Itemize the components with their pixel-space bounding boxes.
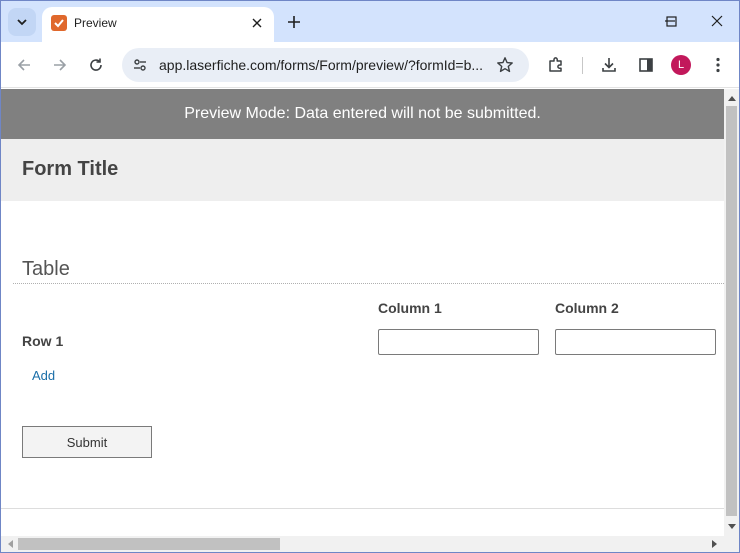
- tab-search-button[interactable]: [8, 8, 36, 36]
- page-viewport: Preview Mode: Data entered will not be s…: [1, 89, 724, 536]
- maximize-icon: [665, 15, 677, 27]
- browser-toolbar: app.laserfiche.com/forms/Form/preview/?f…: [1, 42, 739, 88]
- preview-mode-banner: Preview Mode: Data entered will not be s…: [1, 89, 724, 139]
- bookmark-star-button[interactable]: [495, 55, 515, 75]
- more-vert-icon: [716, 57, 720, 73]
- reload-button[interactable]: [84, 53, 108, 77]
- address-bar[interactable]: app.laserfiche.com/forms/Form/preview/?f…: [122, 48, 529, 82]
- laserfiche-favicon-icon: [51, 15, 67, 31]
- url-text: app.laserfiche.com/forms/Form/preview/?f…: [159, 57, 484, 73]
- side-panel-button[interactable]: [634, 53, 658, 77]
- triangle-up-icon: [727, 95, 736, 101]
- tab-close-button[interactable]: [248, 14, 266, 32]
- close-icon: [252, 18, 262, 28]
- maximize-button[interactable]: [656, 7, 686, 35]
- vertical-scrollbar[interactable]: [724, 89, 739, 536]
- submit-button[interactable]: Submit: [22, 426, 152, 458]
- back-button[interactable]: [12, 53, 36, 77]
- add-row-link[interactable]: Add: [32, 368, 55, 383]
- triangle-left-icon: [7, 539, 13, 548]
- form-bottom-divider: [1, 508, 724, 509]
- chevron-down-icon: [17, 19, 27, 26]
- column-header-1: Column 1: [378, 300, 442, 316]
- row-1-column-1-input[interactable]: [378, 329, 539, 355]
- row-label: Row 1: [22, 333, 64, 349]
- horizontal-scrollbar[interactable]: [1, 536, 739, 552]
- section-divider: [13, 283, 724, 284]
- close-icon: [711, 15, 723, 27]
- scroll-up-arrow[interactable]: [724, 90, 739, 105]
- site-settings-icon[interactable]: [130, 55, 150, 75]
- new-tab-button[interactable]: [283, 11, 305, 33]
- scroll-down-arrow[interactable]: [724, 519, 739, 534]
- tab-strip: Preview: [1, 1, 739, 42]
- reload-icon: [90, 58, 102, 71]
- triangle-right-icon: [711, 539, 717, 548]
- plus-icon: [288, 16, 300, 28]
- extensions-button[interactable]: [544, 53, 568, 77]
- tab-preview[interactable]: Preview: [42, 7, 274, 42]
- form-header: Form Title: [1, 139, 724, 201]
- profile-avatar[interactable]: L: [671, 55, 691, 75]
- column-header-2: Column 2: [555, 300, 619, 316]
- browser-window: Preview app.laserfiche.com/forms/Form/pr…: [0, 0, 740, 553]
- toolbar-separator: [582, 57, 583, 74]
- downloads-button[interactable]: [597, 53, 621, 77]
- arrow-left-icon: [17, 59, 30, 71]
- form-title: Form Title: [22, 158, 119, 180]
- puzzle-icon: [549, 57, 562, 72]
- tab-title: Preview: [74, 16, 117, 30]
- arrow-right-icon: [54, 59, 67, 71]
- scroll-right-arrow[interactable]: [707, 536, 722, 551]
- horizontal-scroll-thumb[interactable]: [18, 538, 280, 550]
- forward-button[interactable]: [48, 53, 72, 77]
- menu-button[interactable]: [706, 53, 730, 77]
- triangle-down-icon: [727, 523, 736, 529]
- close-window-button[interactable]: [702, 7, 732, 35]
- section-title: Table: [22, 258, 70, 280]
- download-icon: [602, 58, 616, 72]
- star-icon: [497, 57, 513, 73]
- scroll-left-arrow[interactable]: [2, 536, 17, 551]
- vertical-scroll-thumb[interactable]: [726, 106, 737, 516]
- side-panel-icon: [639, 58, 653, 72]
- row-1-column-2-input[interactable]: [555, 329, 716, 355]
